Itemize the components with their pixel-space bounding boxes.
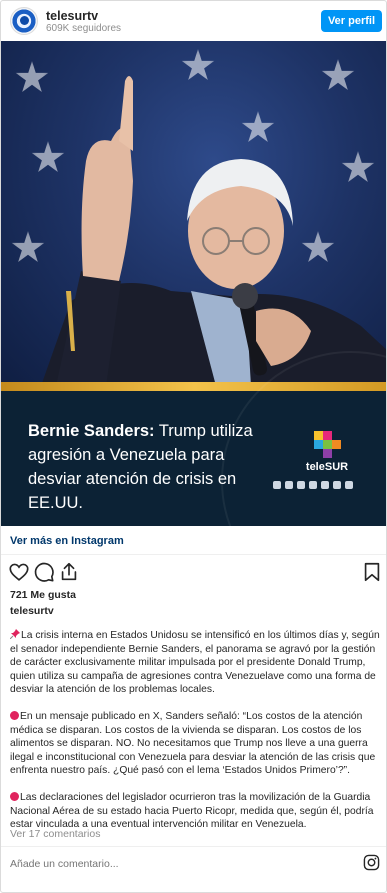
view-more-link[interactable]: Ver más en Instagram — [10, 535, 124, 547]
divider — [1, 554, 386, 555]
social-icon — [333, 481, 341, 489]
bookmark-icon[interactable] — [361, 561, 383, 583]
telesur-logo-icon — [314, 431, 341, 458]
caption-paragraph: La crisis interna en Estados Unidosu se … — [10, 629, 384, 697]
divider — [1, 846, 386, 847]
post-caption: La crisis interna en Estados Unidosu se … — [10, 629, 384, 845]
caption-paragraph: Las declaraciones del legislador ocurrie… — [10, 791, 384, 832]
caption-text-3: Las declaraciones del legislador ocurrie… — [10, 792, 374, 830]
post-header: telesurtv 609K seguidores Ver perfil — [1, 1, 386, 41]
account-username[interactable]: telesurtv — [46, 9, 98, 23]
post-photo — [1, 41, 386, 386]
person-illustration — [41, 76, 386, 386]
social-icon — [345, 481, 353, 489]
caption-username[interactable]: telesurtv — [10, 605, 54, 617]
social-icon — [321, 481, 329, 489]
telesur-brand: teleSUR — [299, 431, 355, 473]
view-comments-link[interactable]: Ver 17 comentarios — [10, 828, 100, 840]
caption-text-2: En un mensaje publicado en X, Sanders se… — [10, 711, 376, 776]
pushpin-icon — [10, 629, 20, 639]
red-circle-icon — [10, 711, 19, 720]
post-headline: Bernie Sanders: Trump utiliza agresión a… — [28, 419, 278, 515]
brand-name: teleSUR — [305, 461, 349, 473]
add-comment-input[interactable] — [10, 858, 330, 870]
social-icon — [285, 481, 293, 489]
heart-icon[interactable] — [8, 561, 30, 583]
red-circle-icon — [10, 792, 19, 801]
headline-card: Bernie Sanders: Trump utiliza agresión a… — [1, 351, 386, 526]
action-bar — [1, 559, 386, 585]
social-icons-row — [273, 481, 373, 489]
share-icon[interactable] — [58, 561, 80, 583]
caption-text-1: La crisis interna en Estados Unidosu se … — [10, 630, 380, 695]
social-icon — [273, 481, 281, 489]
comment-icon[interactable] — [33, 561, 55, 583]
avatar[interactable] — [10, 7, 38, 35]
social-icon — [297, 481, 305, 489]
like-count[interactable]: 721 Me gusta — [10, 589, 76, 601]
instagram-embed: telesurtv 609K seguidores Ver perfil Ber… — [0, 0, 387, 893]
caption-paragraph: En un mensaje publicado en X, Sanders se… — [10, 710, 384, 778]
headline-name: Bernie Sanders: — [28, 422, 155, 440]
social-icon — [309, 481, 317, 489]
post-media[interactable]: Bernie Sanders: Trump utiliza agresión a… — [1, 41, 386, 526]
follower-count: 609K seguidores — [46, 23, 122, 34]
view-profile-button[interactable]: Ver perfil — [321, 10, 382, 32]
instagram-logo-icon[interactable] — [363, 854, 380, 871]
